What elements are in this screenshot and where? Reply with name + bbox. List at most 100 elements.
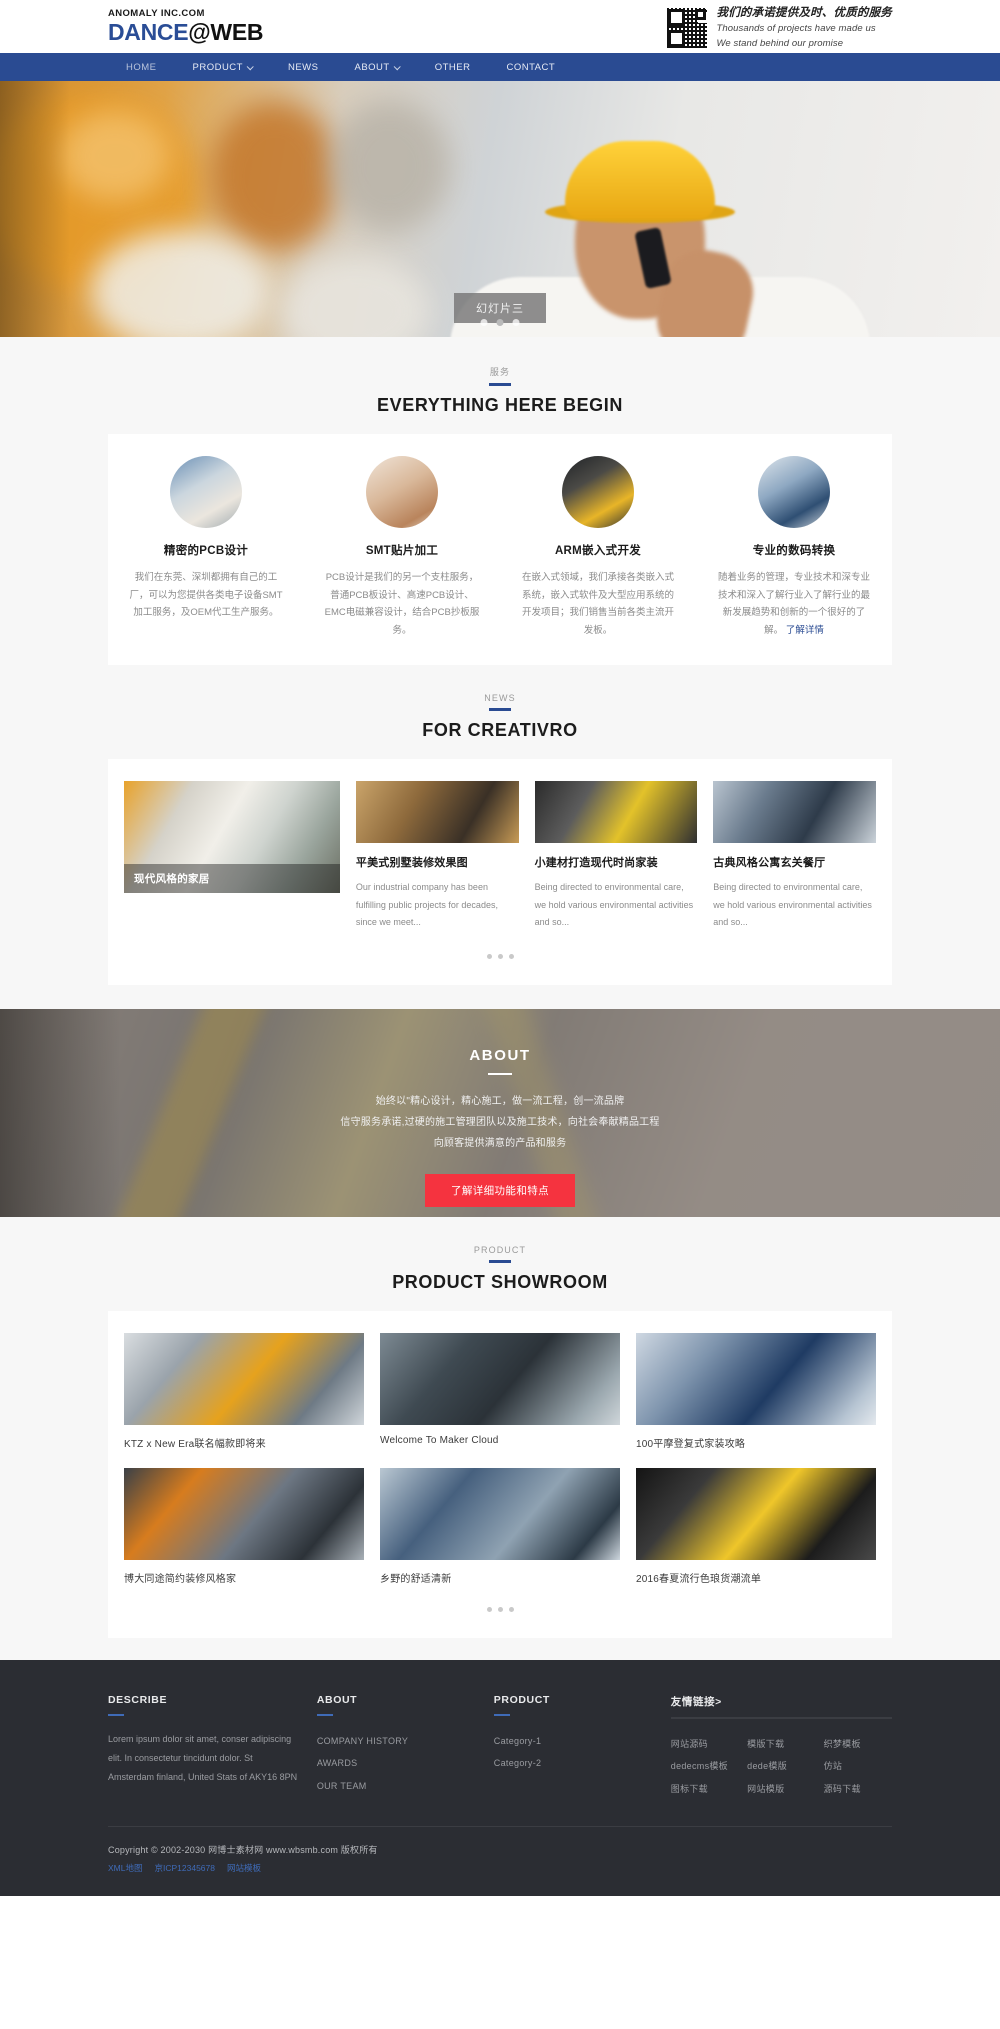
friend-link[interactable]: dedecms模板	[671, 1755, 739, 1778]
nav-label: PRODUCT	[192, 61, 243, 73]
footer-link-category-2[interactable]: Category-2	[494, 1752, 671, 1775]
logo[interactable]: ANOMALY INC.COM DANCE@WEB	[108, 8, 263, 44]
promo-line-1: Thousands of projects have made us	[716, 23, 876, 35]
news-title: FOR CREATIVRO	[422, 720, 578, 741]
news-card[interactable]: 平美式别墅装修效果图 Our industrial company has be…	[355, 781, 519, 932]
footer-column-friend-links: 友情链接> 网站源码 模版下载 织梦模板 dedecms模板 dede模版 仿站…	[670, 1694, 892, 1801]
service-card[interactable]: 专业的数码转换 随着业务的管理，专业技术和深专业技术和深入了解行业入了解行业的最…	[696, 456, 892, 639]
service-card[interactable]: 精密的PCB设计 我们在东莞、深圳都拥有自己的工厂，可以为您提供各类电子设备SM…	[108, 456, 304, 639]
promo-headline-cn: 我们的承诺提供及时、优质的服务	[716, 7, 892, 19]
news-dot-2[interactable]	[497, 953, 503, 959]
hero-pagination[interactable]	[480, 319, 520, 326]
nav-item-about[interactable]: ABOUT	[336, 62, 416, 73]
news-pagination[interactable]	[108, 953, 892, 959]
hero-slider[interactable]: 幻灯片三	[0, 81, 1000, 337]
promo-line-2: We stand behind our promise	[716, 37, 844, 49]
news-card[interactable]: 小建材打造现代时尚家装 Being directed to environmen…	[534, 781, 698, 932]
footer-heading-describe: DESCRIBE	[108, 1693, 168, 1706]
products-panel: KTZ x New Era联名幅款即将来 Welcome To Maker Cl…	[108, 1310, 892, 1638]
friend-link[interactable]: 仿站	[824, 1755, 892, 1778]
nav-item-home[interactable]: HOME	[108, 62, 175, 73]
news-thumbnail	[713, 781, 876, 844]
about-line-3: 向顾客提供满意的产品和服务	[433, 1137, 567, 1149]
product-dot-2[interactable]	[497, 1606, 503, 1612]
product-card[interactable]: 2016春夏流行色琅货潮流单	[636, 1467, 876, 1585]
nav-item-contact[interactable]: CONTACT	[488, 62, 573, 73]
friend-link[interactable]: dede模版	[747, 1755, 815, 1778]
nav-item-product[interactable]: PRODUCT	[175, 62, 270, 73]
hero-bokeh	[90, 231, 270, 337]
product-dot-3[interactable]	[508, 1606, 514, 1612]
hero-dot-1[interactable]	[480, 319, 488, 326]
friend-link[interactable]: 源码下载	[824, 1778, 892, 1801]
service-card[interactable]: SMT贴片加工 PCB设计是我们的另一个支柱服务，普通PCB板设计、高速PCB设…	[304, 456, 500, 639]
services-title: EVERYTHING HERE BEGIN	[377, 395, 623, 415]
nav-label: OTHER	[434, 61, 471, 73]
site-header: ANOMALY INC.COM DANCE@WEB 我们的承诺提供及时、优质的服…	[0, 0, 1000, 53]
service-image	[562, 456, 634, 528]
hero-bokeh	[60, 111, 170, 201]
logo-text-secondary: @WEB	[188, 19, 264, 45]
news-section: NEWS FOR CREATIVRO 现代风格的家居 平美式别墅装修效果图 Ou…	[0, 665, 1000, 1009]
service-body: 我们在东莞、深圳都拥有自己的工厂，可以为您提供各类电子设备SMT加工服务，及OE…	[129, 572, 283, 619]
footer-column-product: PRODUCT Category-1 Category-2	[493, 1694, 671, 1801]
section-rule	[489, 383, 511, 386]
about-line-1: 始终以"精心设计，精心施工，做一流工程，创一流品牌	[375, 1095, 625, 1107]
header-promo: 我们的承诺提供及时、优质的服务 Thousands of projects ha…	[666, 6, 893, 50]
hero-dot-3[interactable]	[512, 319, 520, 326]
product-card[interactable]: 博大同途简约装修风格家	[124, 1467, 364, 1585]
footer-column-about: ABOUT COMPANY HISTORY AWARDS OUR TEAM	[316, 1693, 494, 1801]
services-kicker: 服务	[489, 367, 511, 377]
friend-link[interactable]: 图标下载	[671, 1778, 739, 1801]
footer-link-icp[interactable]: 京ICP12345678	[154, 1862, 215, 1874]
products-kicker: PRODUCT	[473, 1244, 527, 1255]
footer-link-xml-sitemap[interactable]: XML地图	[108, 1862, 142, 1874]
news-dot-1[interactable]	[486, 953, 492, 959]
product-card[interactable]: 乡野的舒适清新	[380, 1467, 620, 1585]
nav-item-other[interactable]: OTHER	[417, 62, 489, 73]
footer-heading-about: ABOUT	[316, 1693, 358, 1706]
news-dot-3[interactable]	[508, 953, 514, 959]
services-panel: 精密的PCB设计 我们在东莞、深圳都拥有自己的工厂，可以为您提供各类电子设备SM…	[108, 434, 892, 666]
footer-rule	[670, 1716, 892, 1719]
hero-dot-2[interactable]	[496, 319, 504, 326]
about-section: ABOUT 始终以"精心设计，精心施工，做一流工程，创一流品牌 信守服务承诺,过…	[0, 1008, 1000, 1217]
footer-link-our-team[interactable]: OUR TEAM	[317, 1775, 494, 1798]
footer-rule	[108, 1713, 124, 1716]
product-card[interactable]: Welcome To Maker Cloud	[380, 1332, 620, 1450]
products-pagination[interactable]	[108, 1606, 892, 1612]
service-body: 在嵌入式领域，我们承接各类嵌入式系统，嵌入式软件及大型应用系统的开发项目；我们销…	[521, 572, 674, 636]
news-thumbnail	[355, 781, 519, 844]
about-cta-button[interactable]: 了解详细功能和特点	[424, 1173, 576, 1207]
service-card[interactable]: ARM嵌入式开发 在嵌入式领域，我们承接各类嵌入式系统，嵌入式软件及大型应用系统…	[500, 456, 696, 639]
service-title: ARM嵌入式开发	[554, 545, 642, 557]
footer-rule	[316, 1713, 333, 1716]
main-navigation[interactable]: HOME PRODUCT NEWS ABOUT OTHER CONTACT	[0, 53, 1000, 81]
friend-link[interactable]: 织梦模板	[824, 1733, 892, 1756]
friend-link[interactable]: 网站模版	[747, 1778, 815, 1801]
nav-item-news[interactable]: NEWS	[270, 62, 337, 73]
product-card[interactable]: KTZ x New Era联名幅款即将来	[124, 1332, 364, 1450]
footer-link-website-template[interactable]: 网站模板	[227, 1862, 261, 1874]
news-card[interactable]: 古典风格公寓玄关餐厅 Being directed to environment…	[713, 781, 876, 932]
service-title: 专业的数码转换	[752, 545, 836, 557]
footer-link-category-1[interactable]: Category-1	[494, 1730, 671, 1753]
copyright-text: Copyright © 2002-2030 网博士素材网 www.wbsmb.c…	[108, 1845, 378, 1856]
section-rule	[489, 708, 511, 712]
nav-label: ABOUT	[354, 61, 390, 73]
about-line-2: 信守服务承诺,过硬的施工管理团队以及施工技术，向社会奉献精品工程	[340, 1116, 660, 1128]
news-kicker: NEWS	[484, 693, 516, 704]
service-readmore-link[interactable]: 了解详情	[786, 625, 824, 636]
service-image	[758, 456, 830, 528]
product-title: Welcome To Maker Cloud	[380, 1434, 499, 1446]
product-card[interactable]: 100平摩登复式家装攻略	[636, 1332, 876, 1450]
footer-describe-body: Lorem ipsum dolor sit amet, conser adipi…	[108, 1733, 298, 1782]
footer-bottom: Copyright © 2002-2030 网博士素材网 www.wbsmb.c…	[108, 1826, 892, 1896]
friend-link[interactable]: 网站源码	[671, 1733, 739, 1756]
product-title: 乡野的舒适清新	[380, 1573, 452, 1585]
friend-link[interactable]: 模版下载	[747, 1733, 815, 1756]
footer-link-awards[interactable]: AWARDS	[317, 1752, 494, 1775]
product-dot-1[interactable]	[486, 1606, 492, 1612]
news-feature-card[interactable]: 现代风格的家居	[124, 781, 340, 894]
footer-link-company-history[interactable]: COMPANY HISTORY	[317, 1730, 494, 1753]
